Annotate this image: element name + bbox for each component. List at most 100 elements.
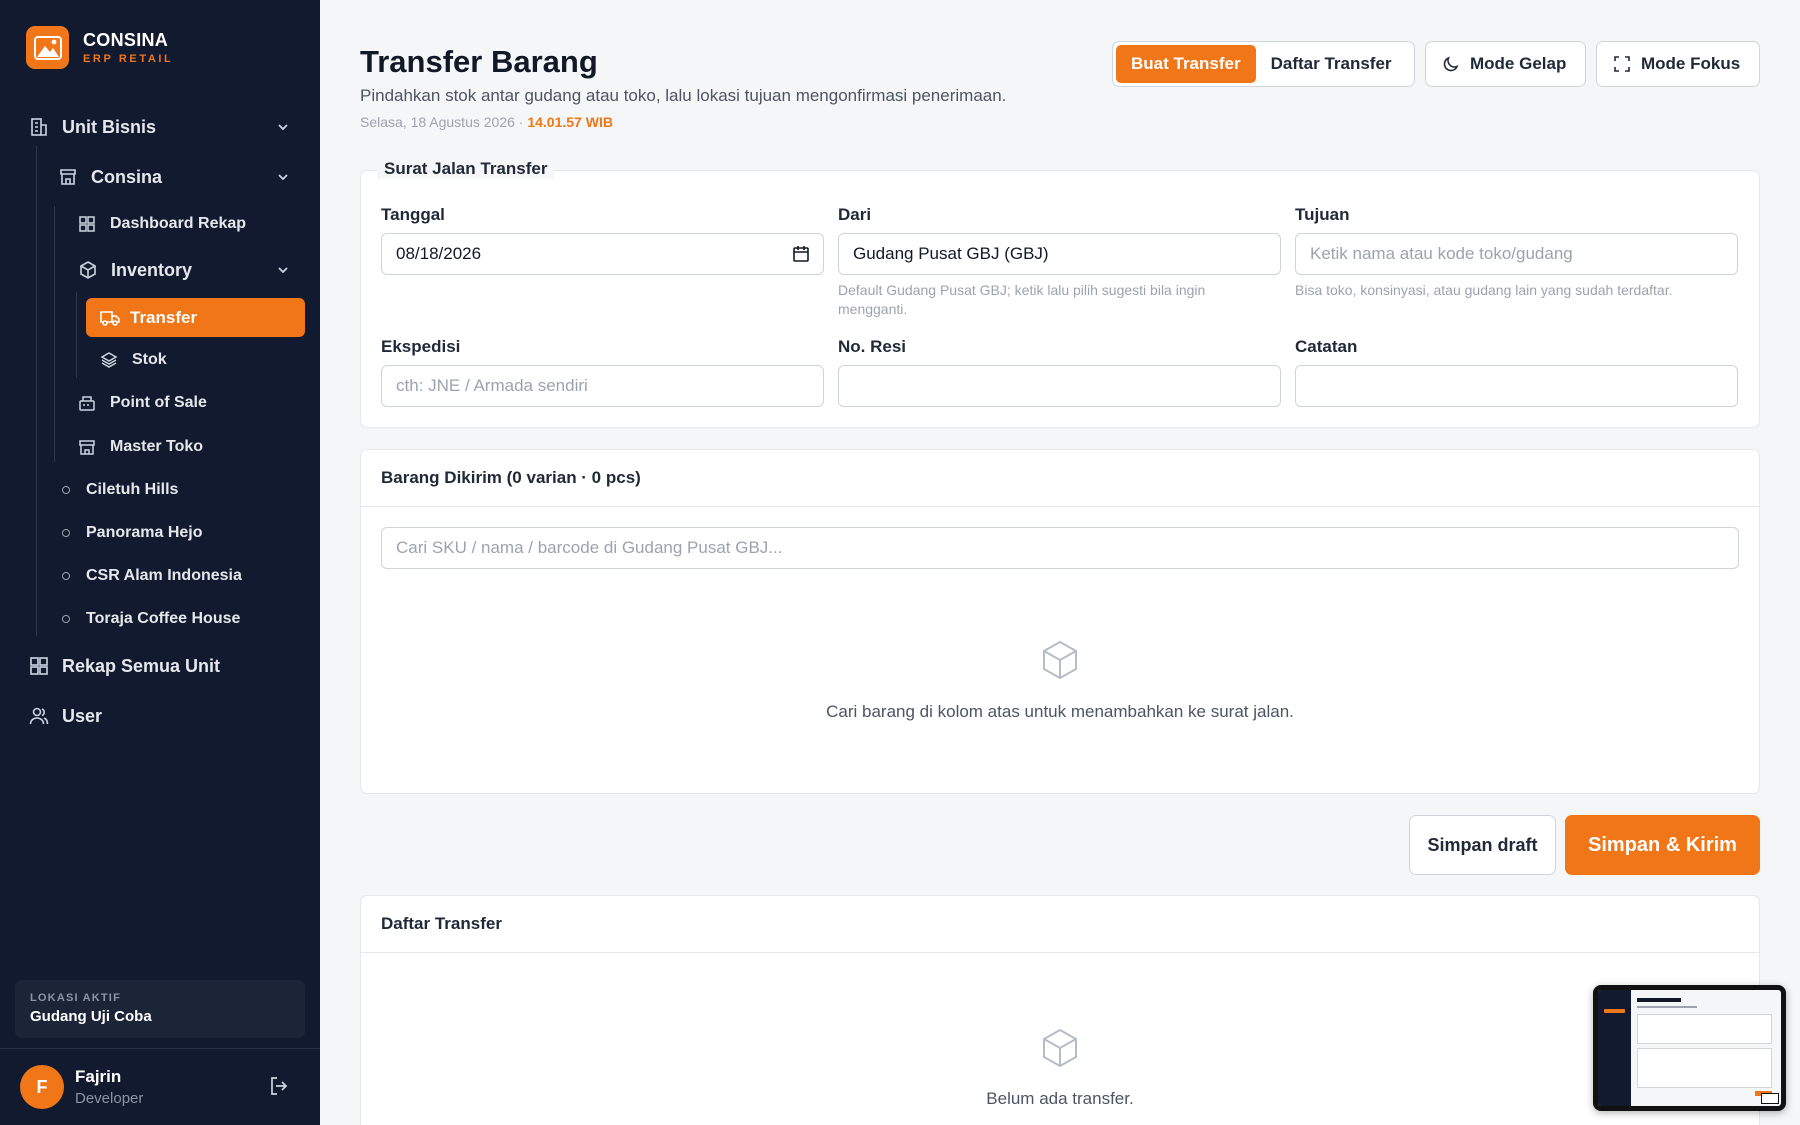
transfer-form: Surat Jalan Transfer Tanggal 08/18/2026 … [360,159,1760,428]
page-subtitle: Pindahkan stok antar gudang atau toko, l… [360,86,1007,105]
nav-stok[interactable]: Stok [98,349,167,371]
layers-icon [98,349,120,371]
save-draft-button[interactable]: Simpan draft [1409,815,1556,875]
brand[interactable]: CONSINA ERP RETAIL [26,26,173,69]
main-content: Transfer Barang Pindahkan stok antar gud… [320,0,1800,1125]
grid-icon [28,655,50,677]
nav-unit-label: Toraja Coffee House [86,610,241,627]
box-icon [1038,1026,1082,1070]
nav-master-toko[interactable]: Master Toko [76,436,203,458]
sidebar: CONSINA ERP RETAIL Unit Bisnis Consina D… [0,0,320,1125]
active-location: LOKASI AKTIF Gudang Uji Coba [15,980,305,1038]
tanggal-label: Tanggal [381,205,445,224]
dari-field[interactable]: Gudang Pusat GBJ (GBJ) [838,233,1281,275]
dari-value: Gudang Pusat GBJ (GBJ) [853,244,1049,263]
active-location-label: LOKASI AKTIF [30,992,121,1004]
focus-mode-button[interactable]: Mode Fokus [1596,41,1760,87]
users-icon [28,705,50,727]
calendar-icon[interactable] [792,245,810,263]
items-card: Barang Dikirim (0 varian · 0 pcs) Cari S… [360,449,1760,794]
tree-line [36,146,37,636]
nav-consina[interactable]: Consina [57,166,290,188]
nav-master-toko-label: Master Toko [110,438,204,455]
nav-unit-panorama[interactable]: Panorama Hejo [62,522,202,544]
dark-mode-label: Mode Gelap [1470,54,1567,73]
ekspedisi-label: Ekspedisi [381,337,461,356]
store-icon [57,166,79,188]
building-icon [28,116,50,138]
nav-unit-bisnis[interactable]: Unit Bisnis [28,116,290,138]
preview-active [1604,1009,1625,1013]
nav-dashboard-rekap[interactable]: Dashboard Rekap [76,213,246,235]
bullet-icon [62,529,70,537]
items-empty-text: Cari barang di kolom atas untuk menambah… [826,702,1294,721]
nav-unit-label: Ciletuh Hills [86,481,179,498]
preview-items [1637,1048,1772,1088]
catatan-field[interactable] [1295,365,1738,407]
nav-rekap-semua-unit-label: Rekap Semua Unit [62,655,221,676]
nav-dashboard-rekap-label: Dashboard Rekap [110,215,247,232]
preview-title [1637,998,1681,1002]
nav-unit-ciletuh[interactable]: Ciletuh Hills [62,479,178,501]
nav-unit-label: CSR Alam Indonesia [86,567,242,584]
nav-point-of-sale[interactable]: Point of Sale [76,392,207,414]
box-icon [1038,638,1082,682]
dari-help: Default Gudang Pusat GBJ; ketik lalu pil… [838,282,1206,317]
page-title: Transfer Barang [360,44,598,79]
bullet-icon [62,615,70,623]
nav-transfer[interactable]: Transfer [86,298,305,337]
screen-preview-thumbnail[interactable] [1593,985,1786,1111]
save-send-button[interactable]: Simpan & Kirim [1565,815,1760,875]
nav-unit-bisnis-label: Unit Bisnis [62,116,157,137]
tanggal-field[interactable]: 08/18/2026 [381,233,824,275]
nav-user[interactable]: User [28,705,102,727]
expand-icon [1613,55,1631,73]
preview-form [1637,1014,1772,1044]
tree-line [76,292,77,378]
user-profile: F Fajrin Developer [20,1063,300,1111]
grid-icon [76,213,98,235]
logout-icon[interactable] [268,1075,290,1097]
bullet-icon [62,572,70,580]
nav-inventory[interactable]: Inventory [77,259,290,281]
focus-mode-label: Mode Fokus [1641,54,1741,73]
register-icon [76,392,98,414]
active-location-value: Gudang Uji Coba [30,1008,152,1025]
nav-unit-csr[interactable]: CSR Alam Indonesia [62,565,242,587]
resi-field[interactable] [838,365,1281,407]
date-text: Selasa, 18 Agustus 2026 · [360,114,524,130]
nav-point-of-sale-label: Point of Sale [110,394,207,411]
item-search-input[interactable]: Cari SKU / nama / barcode di Gudang Pusa… [381,527,1739,569]
divider [0,1048,320,1049]
avatar: F [20,1065,64,1109]
catatan-label: Catatan [1295,337,1358,356]
preview-screen [1598,990,1781,1106]
view-switcher: Buat Transfer Daftar Transfer [1112,41,1415,87]
tujuan-help: Bisa toko, konsinyasi, atau gudang lain … [1295,282,1673,298]
resi-label: No. Resi [838,337,907,356]
nav-unit-toraja[interactable]: Toraja Coffee House [62,608,240,630]
chevron-down-icon [276,263,290,277]
nav-unit-label: Panorama Hejo [86,524,203,541]
nav-inventory-label: Inventory [111,259,193,280]
user-name: Fajrin [75,1067,122,1086]
preview-sidebar [1598,990,1631,1106]
truck-icon [100,309,120,327]
nav-consina-label: Consina [91,166,163,187]
ekspedisi-field[interactable]: cth: JNE / Armada sendiri [381,365,824,407]
transfer-list-title: Daftar Transfer [361,896,1759,953]
transfer-list-card: Daftar Transfer Belum ada transfer. [360,895,1760,1125]
clock-text: 14.01.57 WIB [527,114,613,130]
user-role: Developer [75,1090,144,1107]
dark-mode-button[interactable]: Mode Gelap [1425,41,1586,87]
box-icon [77,259,99,281]
chevron-down-icon [276,120,290,134]
nav-rekap-semua-unit[interactable]: Rekap Semua Unit [28,655,220,677]
chevron-down-icon [276,170,290,184]
tujuan-field[interactable]: Ketik nama atau kode toko/gudang [1295,233,1738,275]
nav-transfer-label: Transfer [130,307,198,327]
tab-daftar-transfer[interactable]: Daftar Transfer [1256,45,1407,83]
nav-stok-label: Stok [132,351,167,368]
brand-name: CONSINA [83,30,169,50]
tab-buat-transfer[interactable]: Buat Transfer [1116,45,1256,83]
